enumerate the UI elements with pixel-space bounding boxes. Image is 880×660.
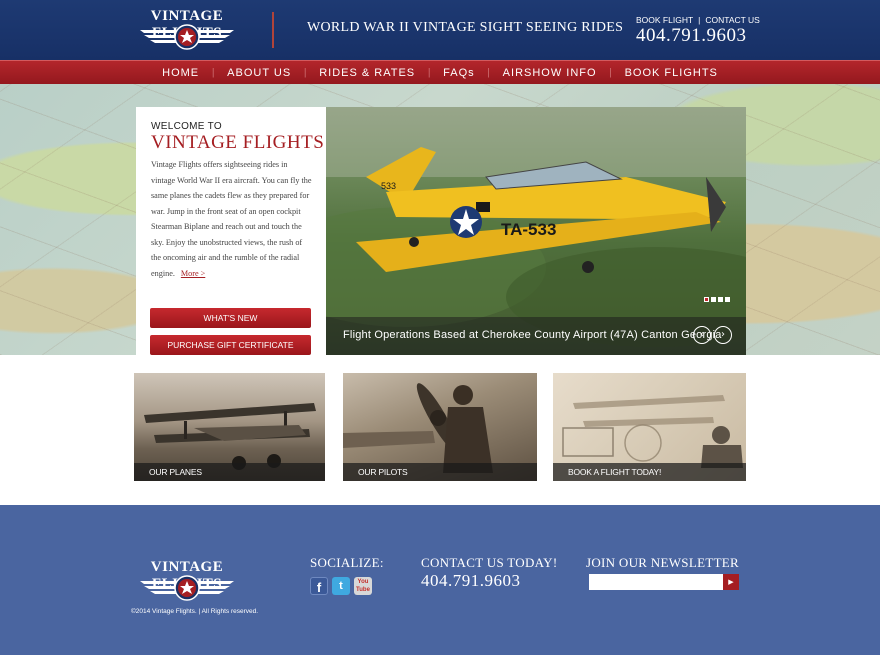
tile-our-pilots[interactable]: OUR PILOTS	[343, 373, 537, 481]
gift-certificate-button[interactable]: PURCHASE GIFT CERTIFICATE	[150, 335, 311, 355]
header-phone[interactable]: 404.791.9603	[636, 25, 747, 47]
tile-our-planes[interactable]: OUR PLANES	[134, 373, 325, 481]
site-footer: VINTAGE FLIGHTS ©2014 Vintage Flights. |…	[0, 505, 880, 655]
newsletter-heading: JOIN OUR NEWSLETTER	[586, 555, 740, 570]
main-nav: HOME | ABOUT US | RIDES & RATES | FAQs |…	[0, 60, 880, 84]
facebook-icon[interactable]: f	[310, 577, 328, 595]
welcome-body: Vintage Flights offers sightseeing rides…	[151, 157, 313, 281]
header-divider	[272, 12, 274, 48]
slider-caption: Flight Operations Based at Cherokee Coun…	[343, 329, 722, 341]
slider-caption-bar: Flight Operations Based at Cherokee Coun…	[326, 317, 746, 355]
book-flight-link[interactable]: BOOK FLIGHT	[636, 15, 693, 25]
nav-book-flights[interactable]: BOOK FLIGHTS	[612, 67, 731, 79]
welcome-title: VINTAGE FLIGHTS	[151, 132, 325, 153]
youtube-icon-text-bottom: Tube	[356, 587, 370, 593]
top-link-separator: |	[698, 15, 701, 25]
contact-heading: CONTACT US TODAY!	[421, 555, 558, 570]
nav-airshow-info[interactable]: AIRSHOW INFO	[490, 67, 610, 79]
tile-our-pilots-label: OUR PILOTS	[358, 467, 408, 477]
slide-indicators	[704, 297, 730, 302]
chevron-right-icon[interactable]: ›	[714, 326, 732, 344]
bottom-strip	[0, 655, 880, 660]
copyright-text: ©2014 Vintage Flights. | All Rights rese…	[131, 608, 259, 615]
footer-logo[interactable]: VINTAGE FLIGHTS	[136, 559, 238, 605]
whats-new-button[interactable]: WHAT'S NEW	[150, 308, 311, 328]
youtube-icon[interactable]: You Tube	[354, 577, 372, 595]
wings-star-icon	[140, 575, 234, 601]
wings-star-icon	[140, 24, 234, 50]
socialize-heading: SOCIALIZE:	[310, 555, 384, 570]
footer-phone[interactable]: 404.791.9603	[421, 571, 521, 591]
top-links: BOOK FLIGHT | CONTACT US	[636, 15, 760, 25]
site-header: VINTAGE FLIGHTS WORLD WAR II VINTAGE SIG…	[0, 0, 880, 60]
nav-rides-rates[interactable]: RIDES & RATES	[306, 67, 428, 79]
tile-book-flight-label: BOOK A FLIGHT TODAY!	[568, 467, 662, 477]
plane-tail-number: 533	[381, 181, 396, 191]
slide-indicator-dot[interactable]	[718, 297, 723, 302]
social-icons: f t You Tube	[310, 577, 372, 595]
nav-home[interactable]: HOME	[149, 67, 212, 79]
hero-slider: TA-533 533 Flight Operations Based at Ch…	[326, 107, 746, 355]
chevron-left-icon[interactable]: ‹	[693, 326, 711, 344]
slide-indicator-dot[interactable]	[704, 297, 709, 302]
welcome-kicker: WELCOME TO	[151, 121, 222, 132]
twitter-icon[interactable]: t	[332, 577, 350, 595]
welcome-body-text: Vintage Flights offers sightseeing rides…	[151, 160, 312, 278]
tile-our-planes-label: OUR PLANES	[149, 467, 202, 477]
tile-book-flight[interactable]: BOOK A FLIGHT TODAY!	[553, 373, 746, 481]
newsletter-submit-button[interactable]: ▶	[723, 574, 739, 590]
slide-indicator-dot[interactable]	[725, 297, 730, 302]
newsletter-email-input[interactable]	[589, 574, 724, 590]
nav-about-us[interactable]: ABOUT US	[214, 67, 304, 79]
more-link[interactable]: More >	[181, 269, 205, 278]
youtube-icon-text-top: You	[357, 579, 369, 585]
contact-us-link[interactable]: CONTACT US	[705, 15, 759, 25]
site-logo[interactable]: VINTAGE FLIGHTS	[136, 8, 238, 52]
nav-faqs[interactable]: FAQs	[430, 67, 488, 79]
slide-indicator-dot[interactable]	[711, 297, 716, 302]
site-tagline: WORLD WAR II VINTAGE SIGHT SEEING RIDES	[307, 20, 624, 35]
plane-number: TA-533	[501, 220, 556, 239]
welcome-panel: WELCOME TO VINTAGE FLIGHTS Vintage Fligh…	[136, 107, 326, 355]
